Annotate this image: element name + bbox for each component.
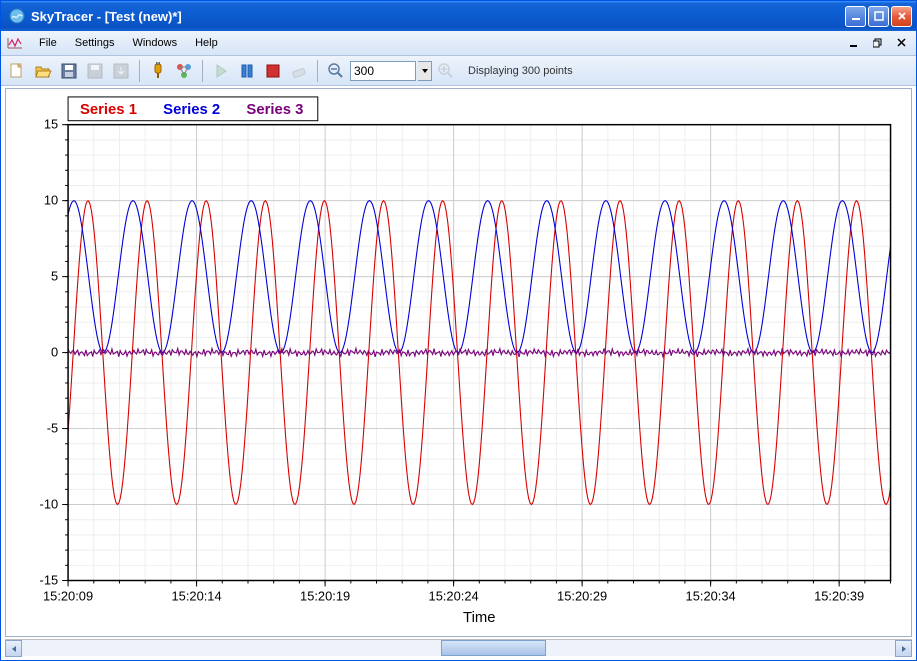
titlebar: SkyTracer - [Test (new)*]	[1, 1, 916, 31]
scroll-left-button[interactable]	[5, 640, 22, 657]
scroll-thumb[interactable]	[441, 640, 546, 656]
save-as-button	[83, 59, 107, 83]
toolbar: Displaying 300 points	[1, 56, 916, 86]
svg-text:0: 0	[51, 345, 58, 360]
svg-text:-10: -10	[40, 496, 59, 511]
svg-text:10: 10	[44, 193, 58, 208]
svg-text:15:20:29: 15:20:29	[557, 588, 607, 603]
svg-text:Series 2: Series 2	[163, 102, 220, 118]
menubar: File Settings Windows Help	[1, 31, 916, 56]
chart-canvas[interactable]: -15 -10 -5 0 5 10 15 15:20:09 15:20:14 15:20:19 15…	[6, 89, 911, 636]
points-input[interactable]	[350, 61, 416, 81]
app-window: SkyTracer - [Test (new)*] File Settings …	[0, 0, 917, 661]
chart-icon	[7, 35, 23, 51]
svg-text:15:20:09: 15:20:09	[43, 588, 93, 603]
zoom-out-button[interactable]	[324, 59, 348, 83]
connect-button[interactable]	[146, 59, 170, 83]
scroll-right-button[interactable]	[895, 640, 912, 657]
pause-button[interactable]	[235, 59, 259, 83]
svg-text:15:20:24: 15:20:24	[429, 588, 479, 603]
svg-text:Time: Time	[463, 610, 495, 626]
zoom-in-button	[434, 59, 458, 83]
svg-text:15:20:34: 15:20:34	[686, 588, 736, 603]
menu-settings[interactable]: Settings	[67, 34, 123, 52]
titlebar-text: SkyTracer - [Test (new)*]	[29, 9, 845, 24]
svg-text:15:20:14: 15:20:14	[172, 588, 222, 603]
svg-text:15:20:19: 15:20:19	[300, 588, 350, 603]
clear-button	[287, 59, 311, 83]
open-button[interactable]	[31, 59, 55, 83]
svg-text:15:20:39: 15:20:39	[814, 588, 864, 603]
maximize-button[interactable]	[868, 6, 889, 27]
network-button[interactable]	[172, 59, 196, 83]
horizontal-scrollbar[interactable]	[5, 639, 912, 656]
app-icon	[9, 8, 25, 24]
export-button	[109, 59, 133, 83]
window-controls	[845, 6, 912, 27]
menu-windows[interactable]: Windows	[124, 34, 185, 52]
menu-file[interactable]: File	[31, 34, 65, 52]
svg-text:5: 5	[51, 269, 58, 284]
points-dropdown[interactable]	[418, 61, 432, 81]
scroll-track[interactable]	[22, 640, 895, 656]
status-text: Displaying 300 points	[460, 65, 573, 77]
svg-text:Series 3: Series 3	[246, 102, 303, 118]
menu-help[interactable]: Help	[187, 34, 226, 52]
mdi-minimize-button[interactable]	[846, 35, 862, 51]
new-button[interactable]	[5, 59, 29, 83]
minimize-button[interactable]	[845, 6, 866, 27]
mdi-restore-button[interactable]	[870, 35, 886, 51]
play-button	[209, 59, 233, 83]
svg-text:15: 15	[44, 117, 58, 132]
save-button[interactable]	[57, 59, 81, 83]
chart-area: -15 -10 -5 0 5 10 15 15:20:09 15:20:14 15:20:19 15…	[5, 88, 912, 637]
svg-text:-5: -5	[47, 421, 58, 436]
svg-text:-15: -15	[40, 572, 59, 587]
stop-button[interactable]	[261, 59, 285, 83]
mdi-close-button[interactable]	[894, 35, 910, 51]
close-button[interactable]	[891, 6, 912, 27]
svg-text:Series 1: Series 1	[80, 102, 137, 118]
